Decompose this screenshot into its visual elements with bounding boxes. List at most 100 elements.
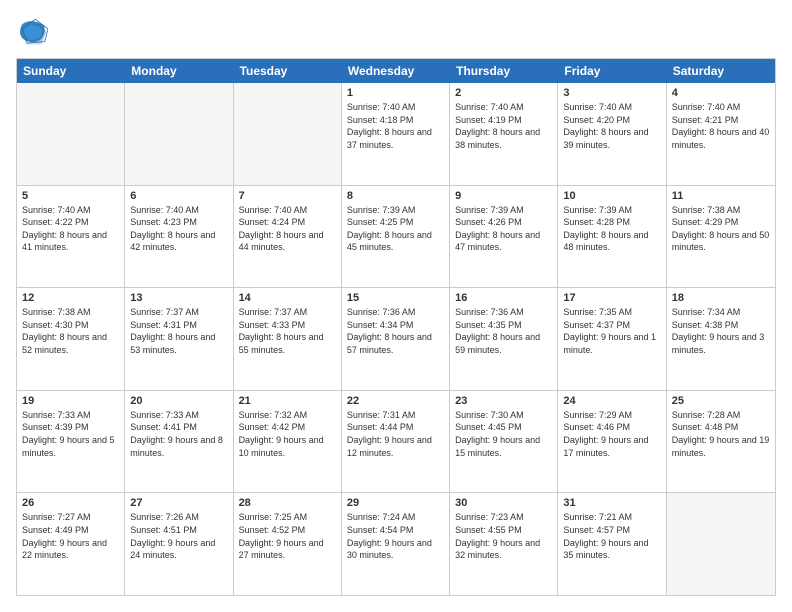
- day-number: 10: [563, 190, 660, 202]
- cal-cell: 12 Sunrise: 7:38 AM Sunset: 4:30 PM Dayli…: [17, 288, 125, 390]
- cal-cell: 29 Sunrise: 7:24 AM Sunset: 4:54 PM Dayli…: [342, 493, 450, 595]
- cal-cell: 25 Sunrise: 7:28 AM Sunset: 4:48 PM Dayli…: [667, 391, 775, 493]
- cal-cell: 21 Sunrise: 7:32 AM Sunset: 4:42 PM Dayli…: [234, 391, 342, 493]
- day-number: 9: [455, 190, 552, 202]
- day-info: Sunrise: 7:40 AM Sunset: 4:24 PM Dayligh…: [239, 204, 336, 254]
- day-number: 8: [347, 190, 444, 202]
- day-info: Sunrise: 7:40 AM Sunset: 4:19 PM Dayligh…: [455, 101, 552, 151]
- logo-icon: [16, 16, 48, 48]
- page: SundayMondayTuesdayWednesdayThursdayFrid…: [0, 0, 792, 612]
- day-number: 11: [672, 190, 770, 202]
- cal-cell: [234, 83, 342, 185]
- day-info: Sunrise: 7:24 AM Sunset: 4:54 PM Dayligh…: [347, 511, 444, 561]
- day-number: 30: [455, 497, 552, 509]
- day-info: Sunrise: 7:36 AM Sunset: 4:35 PM Dayligh…: [455, 306, 552, 356]
- day-number: 20: [130, 395, 227, 407]
- day-number: 21: [239, 395, 336, 407]
- cal-cell: 17 Sunrise: 7:35 AM Sunset: 4:37 PM Dayli…: [558, 288, 666, 390]
- day-info: Sunrise: 7:32 AM Sunset: 4:42 PM Dayligh…: [239, 409, 336, 459]
- cal-cell: 4Sunrise: 7:40 AM Sunset: 4:21 PM Daylig…: [667, 83, 775, 185]
- day-number: 4: [672, 87, 770, 99]
- day-number: 12: [22, 292, 119, 304]
- day-number: 24: [563, 395, 660, 407]
- cal-cell: 5 Sunrise: 7:40 AM Sunset: 4:22 PM Daylig…: [17, 186, 125, 288]
- cal-cell: 30 Sunrise: 7:23 AM Sunset: 4:55 PM Dayli…: [450, 493, 558, 595]
- day-number: 25: [672, 395, 770, 407]
- day-info: Sunrise: 7:37 AM Sunset: 4:31 PM Dayligh…: [130, 306, 227, 356]
- cal-cell: 18 Sunrise: 7:34 AM Sunset: 4:38 PM Dayli…: [667, 288, 775, 390]
- day-info: Sunrise: 7:38 AM Sunset: 4:29 PM Dayligh…: [672, 204, 770, 254]
- cal-cell: 23 Sunrise: 7:30 AM Sunset: 4:45 PM Dayli…: [450, 391, 558, 493]
- day-number: 13: [130, 292, 227, 304]
- header-day-saturday: Saturday: [667, 59, 775, 83]
- day-number: 31: [563, 497, 660, 509]
- header: [16, 16, 776, 48]
- cal-cell: 11 Sunrise: 7:38 AM Sunset: 4:29 PM Dayli…: [667, 186, 775, 288]
- cal-cell: 16 Sunrise: 7:36 AM Sunset: 4:35 PM Dayli…: [450, 288, 558, 390]
- day-number: 1: [347, 87, 444, 99]
- cal-cell: 6Sunrise: 7:40 AM Sunset: 4:23 PM Daylig…: [125, 186, 233, 288]
- cal-cell: 8 Sunrise: 7:39 AM Sunset: 4:25 PM Daylig…: [342, 186, 450, 288]
- day-info: Sunrise: 7:33 AM Sunset: 4:39 PM Dayligh…: [22, 409, 119, 459]
- cal-row-1: 5 Sunrise: 7:40 AM Sunset: 4:22 PM Daylig…: [17, 186, 775, 289]
- calendar: SundayMondayTuesdayWednesdayThursdayFrid…: [16, 58, 776, 596]
- cal-cell: 1 Sunrise: 7:40 AM Sunset: 4:18 PM Daylig…: [342, 83, 450, 185]
- day-number: 23: [455, 395, 552, 407]
- day-info: Sunrise: 7:38 AM Sunset: 4:30 PM Dayligh…: [22, 306, 119, 356]
- day-info: Sunrise: 7:27 AM Sunset: 4:49 PM Dayligh…: [22, 511, 119, 561]
- cal-cell: 20 Sunrise: 7:33 AM Sunset: 4:41 PM Dayli…: [125, 391, 233, 493]
- day-info: Sunrise: 7:33 AM Sunset: 4:41 PM Dayligh…: [130, 409, 227, 459]
- day-number: 17: [563, 292, 660, 304]
- cal-cell: [667, 493, 775, 595]
- calendar-header: SundayMondayTuesdayWednesdayThursdayFrid…: [17, 59, 775, 83]
- day-info: Sunrise: 7:28 AM Sunset: 4:48 PM Dayligh…: [672, 409, 770, 459]
- day-info: Sunrise: 7:35 AM Sunset: 4:37 PM Dayligh…: [563, 306, 660, 356]
- cal-cell: 24 Sunrise: 7:29 AM Sunset: 4:46 PM Dayli…: [558, 391, 666, 493]
- cal-cell: 13 Sunrise: 7:37 AM Sunset: 4:31 PM Dayli…: [125, 288, 233, 390]
- cal-cell: [125, 83, 233, 185]
- day-info: Sunrise: 7:40 AM Sunset: 4:20 PM Dayligh…: [563, 101, 660, 151]
- day-number: 6: [130, 190, 227, 202]
- day-number: 18: [672, 292, 770, 304]
- cal-cell: 28Sunrise: 7:25 AM Sunset: 4:52 PM Dayli…: [234, 493, 342, 595]
- day-info: Sunrise: 7:23 AM Sunset: 4:55 PM Dayligh…: [455, 511, 552, 561]
- day-number: 19: [22, 395, 119, 407]
- day-number: 27: [130, 497, 227, 509]
- cal-cell: [17, 83, 125, 185]
- cal-row-2: 12 Sunrise: 7:38 AM Sunset: 4:30 PM Dayli…: [17, 288, 775, 391]
- day-number: 5: [22, 190, 119, 202]
- cal-row-3: 19 Sunrise: 7:33 AM Sunset: 4:39 PM Dayli…: [17, 391, 775, 494]
- calendar-body: 1 Sunrise: 7:40 AM Sunset: 4:18 PM Daylig…: [17, 83, 775, 595]
- day-info: Sunrise: 7:30 AM Sunset: 4:45 PM Dayligh…: [455, 409, 552, 459]
- day-number: 29: [347, 497, 444, 509]
- day-info: Sunrise: 7:39 AM Sunset: 4:25 PM Dayligh…: [347, 204, 444, 254]
- day-number: 15: [347, 292, 444, 304]
- day-info: Sunrise: 7:39 AM Sunset: 4:26 PM Dayligh…: [455, 204, 552, 254]
- day-info: Sunrise: 7:37 AM Sunset: 4:33 PM Dayligh…: [239, 306, 336, 356]
- day-info: Sunrise: 7:21 AM Sunset: 4:57 PM Dayligh…: [563, 511, 660, 561]
- cal-cell: 14 Sunrise: 7:37 AM Sunset: 4:33 PM Dayli…: [234, 288, 342, 390]
- day-number: 26: [22, 497, 119, 509]
- cal-cell: 27 Sunrise: 7:26 AM Sunset: 4:51 PM Dayli…: [125, 493, 233, 595]
- day-info: Sunrise: 7:29 AM Sunset: 4:46 PM Dayligh…: [563, 409, 660, 459]
- cal-cell: 9 Sunrise: 7:39 AM Sunset: 4:26 PM Daylig…: [450, 186, 558, 288]
- day-info: Sunrise: 7:39 AM Sunset: 4:28 PM Dayligh…: [563, 204, 660, 254]
- day-info: Sunrise: 7:34 AM Sunset: 4:38 PM Dayligh…: [672, 306, 770, 356]
- day-info: Sunrise: 7:40 AM Sunset: 4:22 PM Dayligh…: [22, 204, 119, 254]
- day-number: 2: [455, 87, 552, 99]
- day-number: 16: [455, 292, 552, 304]
- cal-cell: 22Sunrise: 7:31 AM Sunset: 4:44 PM Dayli…: [342, 391, 450, 493]
- cal-cell: 26 Sunrise: 7:27 AM Sunset: 4:49 PM Dayli…: [17, 493, 125, 595]
- cal-cell: 3Sunrise: 7:40 AM Sunset: 4:20 PM Daylig…: [558, 83, 666, 185]
- cal-cell: 31 Sunrise: 7:21 AM Sunset: 4:57 PM Dayli…: [558, 493, 666, 595]
- header-day-thursday: Thursday: [450, 59, 558, 83]
- cal-cell: 19 Sunrise: 7:33 AM Sunset: 4:39 PM Dayli…: [17, 391, 125, 493]
- day-info: Sunrise: 7:25 AM Sunset: 4:52 PM Dayligh…: [239, 511, 336, 561]
- day-info: Sunrise: 7:40 AM Sunset: 4:18 PM Dayligh…: [347, 101, 444, 151]
- header-day-monday: Monday: [125, 59, 233, 83]
- cal-row-0: 1 Sunrise: 7:40 AM Sunset: 4:18 PM Daylig…: [17, 83, 775, 186]
- day-number: 7: [239, 190, 336, 202]
- day-info: Sunrise: 7:26 AM Sunset: 4:51 PM Dayligh…: [130, 511, 227, 561]
- day-number: 14: [239, 292, 336, 304]
- day-info: Sunrise: 7:36 AM Sunset: 4:34 PM Dayligh…: [347, 306, 444, 356]
